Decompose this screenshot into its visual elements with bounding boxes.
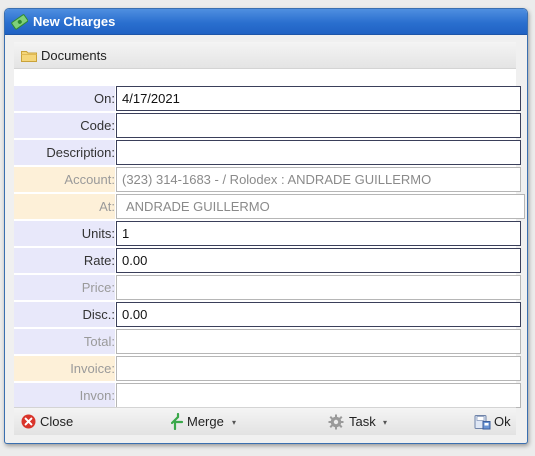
description-input[interactable] [116,140,521,165]
field-row-units: Units: 1 [14,221,521,248]
price-label: Price: [14,275,115,300]
invon-input[interactable] [116,383,521,408]
chevron-down-icon: ▾ [383,418,388,427]
folder-icon [21,51,37,62]
at-label: At: [14,194,115,219]
price-input[interactable] [116,275,521,300]
field-row-invon: Invon: [14,383,521,410]
field-row-code: Code: [14,113,521,140]
chevron-down-icon: ▾ [232,418,237,427]
at-input[interactable]: ANDRADE GUILLERMO [116,194,525,219]
merge-icon [171,413,184,430]
ok-label: Ok [494,414,511,429]
account-input[interactable]: (323) 314-1683 - / Rolodex : ANDRADE GUI… [116,167,521,192]
account-label: Account: [14,167,115,192]
rate-input[interactable]: 0.00 [116,248,521,273]
disc-label: Disc.: [14,302,115,327]
code-label: Code: [14,113,115,138]
close-label: Close [40,414,74,429]
on-label: On: [14,86,115,111]
total-input[interactable] [116,329,521,354]
field-row-at: At: ANDRADE GUILLERMO [14,194,525,221]
field-row-price: Price: [14,275,521,302]
merge-button[interactable]: Merge ▾ [168,408,248,435]
invoice-label: Invoice: [14,356,115,381]
title-bar[interactable]: New Charges [5,9,527,35]
window-title: New Charges [33,14,116,29]
code-input[interactable] [116,113,521,138]
total-label: Total: [14,329,115,354]
field-row-rate: Rate: 0.00 [14,248,521,275]
close-button[interactable]: Close [19,408,89,435]
merge-label: Merge [187,414,224,429]
on-date-input[interactable]: 4/17/2021 [116,86,521,111]
task-label: Task [349,414,376,429]
field-row-total: Total: [14,329,521,356]
gear-icon [328,414,344,430]
field-row-on: On: 4/17/2021 [14,86,521,113]
field-row-description: Description: [14,140,521,167]
units-label: Units: [14,221,115,246]
disc-input[interactable]: 0.00 [116,302,521,327]
field-row-invoice: Invoice: [14,356,521,383]
invoice-input[interactable] [116,356,521,381]
new-charges-dialog: New Charges Documents On: 4/17/2021 Code… [4,8,528,444]
rate-label: Rate: [14,248,115,273]
close-icon [21,414,36,429]
description-label: Description: [14,140,115,165]
save-icon [474,415,491,430]
documents-label: Documents [41,48,107,63]
task-button[interactable]: Task ▾ [328,408,398,435]
documents-bar[interactable]: Documents [14,42,516,69]
field-row-account: Account: (323) 314-1683 - / Rolodex : AN… [14,167,521,194]
dialog-footer: Close Merge ▾ Task ▾ Ok [14,407,516,435]
money-icon [11,14,28,30]
dialog-body: Documents On: 4/17/2021 Code: Descriptio… [14,42,525,435]
field-row-disc: Disc.: 0.00 [14,302,521,329]
ok-button[interactable]: Ok [474,408,514,435]
units-input[interactable]: 1 [116,221,521,246]
invon-label: Invon: [14,383,115,408]
